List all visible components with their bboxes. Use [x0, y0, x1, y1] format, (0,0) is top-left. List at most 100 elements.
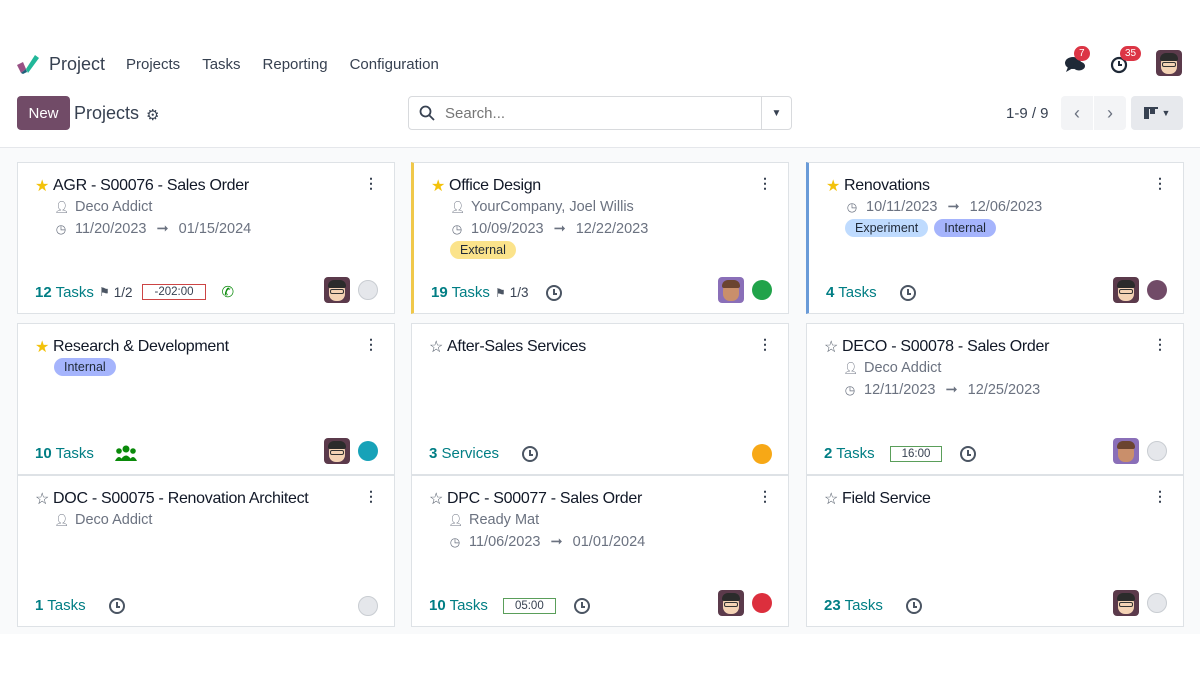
project-card[interactable]: ☆ DECO - S00078 - Sales Order ⋮ 👤︎ Deco Ad…: [806, 323, 1184, 475]
activity-clock-icon[interactable]: [899, 284, 916, 301]
project-card[interactable]: ★ Research & Development ⋮ Internal 10 Ta…: [17, 323, 395, 475]
pager-next-button[interactable]: ›: [1094, 96, 1126, 130]
card-menu-icon[interactable]: ⋮: [364, 488, 378, 505]
project-app-logo[interactable]: [15, 53, 39, 75]
activity-clock-icon[interactable]: [960, 445, 977, 462]
view-switcher-button[interactable]: ▼: [1131, 96, 1183, 130]
project-card[interactable]: ☆ DPC - S00077 - Sales Order ⋮ 👤︎ Ready Ma…: [411, 475, 789, 627]
project-card[interactable]: ☆ After-Sales Services ⋮ 3 Services: [411, 323, 789, 475]
chevron-left-icon: ‹: [1074, 102, 1080, 123]
tasks-link[interactable]: 4 Tasks: [826, 284, 877, 301]
favorite-star-icon[interactable]: ☆: [429, 489, 443, 509]
project-card[interactable]: ★ AGR - S00076 - Sales Order ⋮ 👤︎ Deco Add…: [17, 162, 395, 314]
tasks-link[interactable]: 10 Tasks: [429, 597, 488, 614]
pager-previous-button[interactable]: ‹: [1061, 96, 1093, 130]
card-menu-icon[interactable]: ⋮: [758, 175, 772, 192]
activity-clock-icon[interactable]: [108, 597, 125, 614]
favorite-star-icon[interactable]: ☆: [429, 337, 443, 357]
app-name[interactable]: Project: [49, 54, 105, 75]
menu-projects[interactable]: Projects: [126, 56, 180, 73]
tasks-link[interactable]: 10 Tasks: [35, 445, 94, 462]
favorite-star-icon[interactable]: ★: [826, 176, 840, 196]
tasks-link[interactable]: 19 Tasks: [431, 284, 490, 301]
date-start: 11/06/2023: [469, 534, 541, 550]
tasks-link[interactable]: 23 Tasks: [824, 597, 883, 614]
flag-icon: ⚑: [494, 285, 506, 300]
activity-clock-icon[interactable]: [522, 445, 539, 462]
status-indicator[interactable]: [752, 593, 772, 613]
search-icon: [419, 105, 435, 121]
status-indicator[interactable]: [752, 444, 772, 464]
project-card[interactable]: ★ Renovations ⋮ ◷ 10/11/2023 ➞ 12/06/2023 Ex…: [806, 162, 1184, 314]
status-indicator[interactable]: [752, 280, 772, 300]
status-indicator[interactable]: [358, 596, 378, 616]
project-card[interactable]: ☆ DOC - S00075 - Renovation Architect ⋮ 👤…: [17, 475, 395, 627]
favorite-star-icon[interactable]: ☆: [824, 337, 838, 357]
card-menu-icon[interactable]: ⋮: [758, 336, 772, 353]
messages-button[interactable]: 7: [1064, 46, 1090, 74]
flag-icon: ⚑: [98, 285, 110, 299]
tag-experiment: Experiment: [845, 219, 929, 237]
manager-avatar[interactable]: [1113, 438, 1139, 464]
kanban-icon: [1143, 107, 1158, 119]
systray: 7 35: [1064, 46, 1182, 76]
card-menu-icon[interactable]: ⋮: [1153, 488, 1167, 505]
card-menu-icon[interactable]: ⋮: [364, 175, 378, 192]
activity-clock-icon[interactable]: [546, 284, 563, 301]
pager-value[interactable]: 1-9 / 9: [1006, 105, 1049, 122]
users-icon[interactable]: [114, 444, 137, 462]
manager-avatar[interactable]: [324, 277, 350, 303]
manager-avatar[interactable]: [718, 590, 744, 616]
manager-avatar[interactable]: [1113, 590, 1139, 616]
search-options-toggle[interactable]: ▼: [761, 97, 791, 129]
caret-down-icon: ▼: [1161, 108, 1171, 118]
date-start: 12/11/2023: [864, 382, 936, 398]
card-menu-icon[interactable]: ⋮: [364, 336, 378, 353]
card-menu-icon[interactable]: ⋮: [758, 488, 772, 505]
menu-tasks[interactable]: Tasks: [202, 56, 240, 73]
activity-clock-icon[interactable]: [905, 597, 922, 614]
status-indicator[interactable]: [1147, 593, 1167, 613]
tasks-link[interactable]: 12 Tasks: [35, 284, 94, 301]
status-indicator[interactable]: [358, 280, 378, 300]
status-indicator[interactable]: [1147, 280, 1167, 300]
manager-avatar[interactable]: [1113, 277, 1139, 303]
tasks-link[interactable]: 2 Tasks: [824, 445, 875, 462]
user-icon: 👤︎: [448, 513, 464, 527]
card-menu-icon[interactable]: ⋮: [1153, 175, 1167, 192]
status-indicator[interactable]: [358, 441, 378, 461]
card-menu-icon[interactable]: ⋮: [1153, 336, 1167, 353]
menu-reporting[interactable]: Reporting: [263, 56, 328, 73]
favorite-star-icon[interactable]: ★: [431, 176, 445, 196]
tasks-link[interactable]: 1 Tasks: [35, 597, 86, 614]
phone-icon[interactable]: ✆: [222, 283, 235, 301]
project-name: DOC - S00075 - Renovation Architect: [53, 490, 309, 507]
gear-icon[interactable]: ⚙: [146, 106, 159, 124]
activity-clock-icon[interactable]: [573, 597, 590, 614]
new-button[interactable]: New: [17, 96, 70, 130]
activities-button[interactable]: 35: [1110, 46, 1142, 74]
project-customer: Deco Addict: [75, 199, 153, 215]
favorite-star-icon[interactable]: ☆: [35, 489, 49, 509]
search-input[interactable]: [445, 104, 745, 122]
menu-configuration[interactable]: Configuration: [350, 56, 439, 73]
project-card[interactable]: ★ Office Design ⋮ 👤︎ YourCompany, Joel Wil…: [411, 162, 789, 314]
manager-avatar[interactable]: [324, 438, 350, 464]
favorite-star-icon[interactable]: ☆: [824, 489, 838, 509]
user-avatar[interactable]: [1156, 50, 1182, 76]
manager-avatar[interactable]: [718, 277, 744, 303]
project-name: AGR - S00076 - Sales Order: [53, 177, 249, 194]
clock-icon: ◷: [449, 535, 461, 549]
project-card[interactable]: ☆ Field Service ⋮ 23 Tasks: [806, 475, 1184, 627]
milestone-progress: 1/2: [113, 284, 133, 300]
user-icon: 👤︎: [843, 361, 859, 375]
tag-internal: Internal: [54, 358, 116, 376]
favorite-star-icon[interactable]: ★: [35, 337, 49, 357]
status-indicator[interactable]: [1147, 441, 1167, 461]
control-panel: New Projects ⚙ ▼ 1-9 / 9 ‹ › ▼: [0, 96, 1200, 132]
arrow-right-icon: ➞: [550, 534, 563, 550]
favorite-star-icon[interactable]: ★: [35, 176, 49, 196]
services-link[interactable]: 3 Services: [429, 445, 499, 462]
kanban-view: ★ AGR - S00076 - Sales Order ⋮ 👤︎ Deco Add…: [0, 147, 1200, 634]
user-icon: 👤︎: [54, 200, 70, 214]
